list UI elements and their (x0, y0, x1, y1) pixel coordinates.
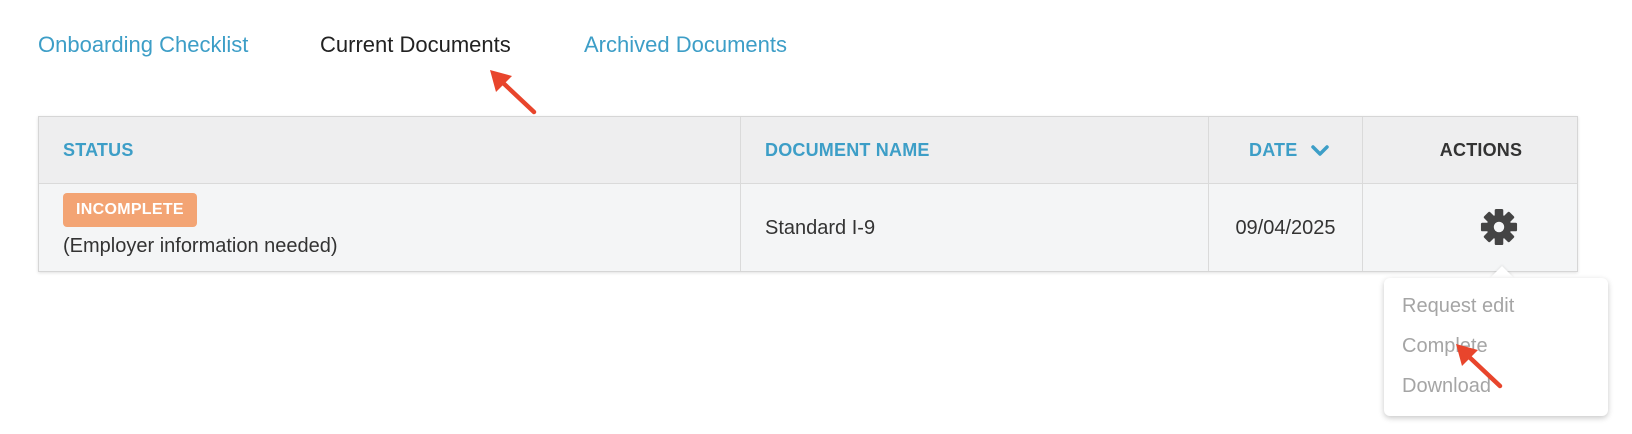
menu-item-complete[interactable]: Complete (1402, 332, 1488, 360)
annotation-arrow-icon (490, 70, 537, 115)
column-header-status[interactable]: STATUS (63, 117, 134, 183)
column-header-document-name[interactable]: DOCUMENT NAME (765, 117, 930, 183)
documents-table: STATUS DOCUMENT NAME DATE ACTIONS INCOMP… (38, 116, 1578, 272)
document-date: 09/04/2025 (1235, 217, 1336, 239)
dropdown-caret (1490, 266, 1514, 278)
status-note: (Employer information needed) (63, 235, 338, 257)
table-row-date-cell: 09/04/2025 (1209, 183, 1362, 273)
chevron-down-icon (1310, 145, 1329, 156)
gear-icon[interactable] (1480, 208, 1518, 246)
status-badge: INCOMPLETE (63, 193, 197, 227)
table-header: STATUS DOCUMENT NAME DATE ACTIONS (39, 117, 1577, 184)
menu-item-download[interactable]: Download (1402, 372, 1491, 400)
table-row-status-cell: INCOMPLETE (Employer information needed) (39, 183, 740, 273)
column-header-date[interactable]: DATE (1249, 117, 1329, 183)
tab-onboarding-checklist[interactable]: Onboarding Checklist (38, 28, 248, 62)
column-header-actions: ACTIONS (1439, 140, 1523, 160)
menu-item-request-edit[interactable]: Request edit (1402, 292, 1514, 320)
tab-archived-documents[interactable]: Archived Documents (584, 28, 787, 62)
column-divider (1362, 117, 1363, 271)
actions-dropdown-menu: Request edit Complete Download (1384, 278, 1608, 416)
tab-current-documents[interactable]: Current Documents (320, 28, 511, 62)
document-name[interactable]: Standard I-9 (765, 183, 875, 273)
table-row-document-cell: Standard I-9 (741, 183, 1208, 273)
date-header-label: DATE (1249, 140, 1298, 160)
